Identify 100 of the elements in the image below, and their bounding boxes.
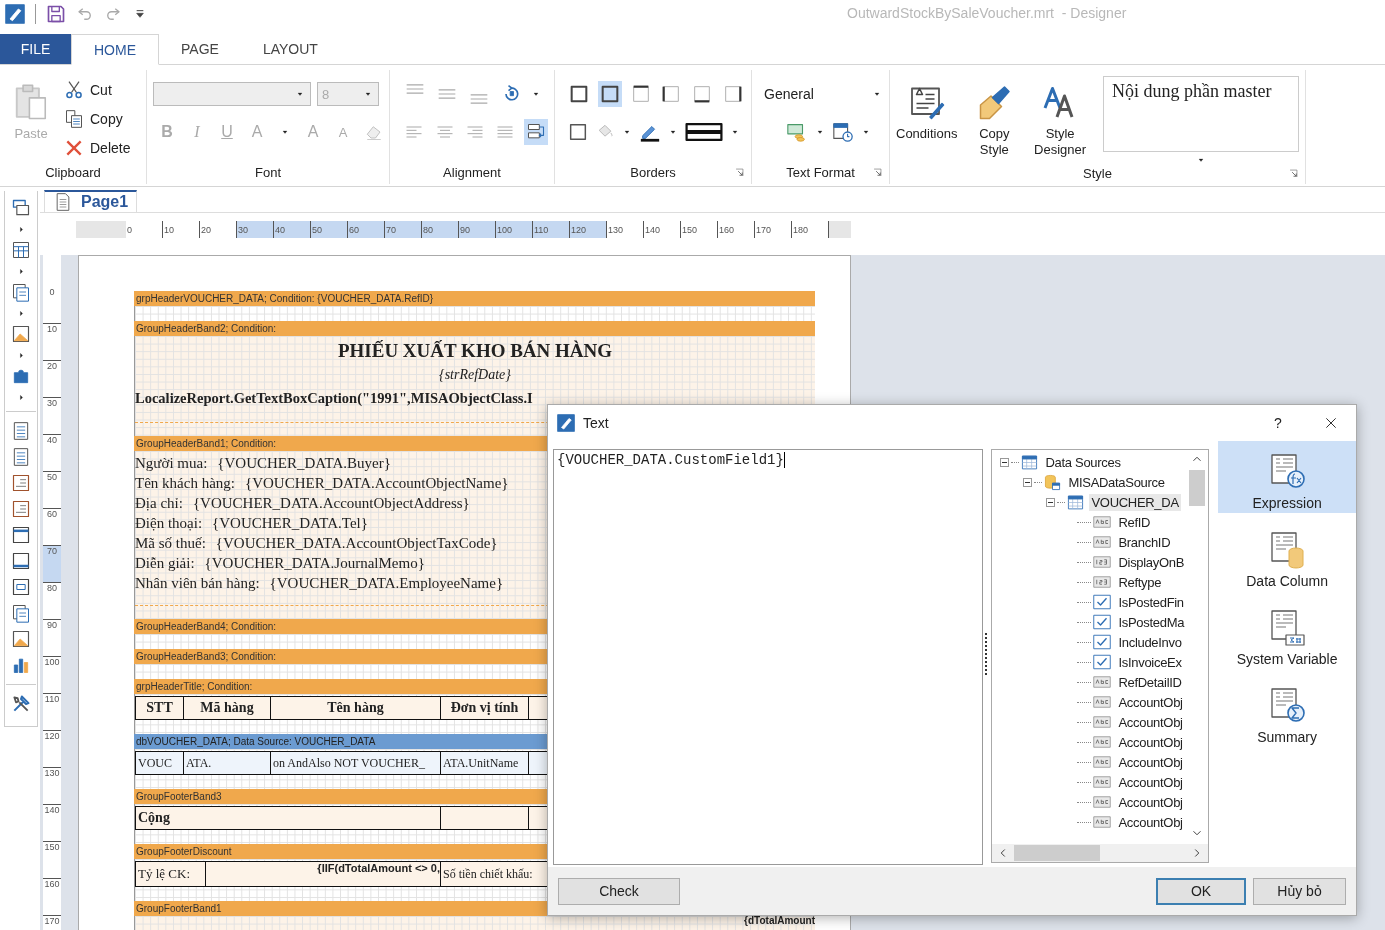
currency-icon (786, 121, 808, 143)
app-logo-icon (5, 4, 25, 24)
text-field-icon (1093, 753, 1112, 771)
style-gallery[interactable]: Nội dung phần master (1103, 76, 1299, 152)
band-caption[interactable]: GroupHeaderBand2; Condition: (134, 321, 815, 336)
tree-item[interactable]: Data Sources (1043, 453, 1123, 471)
expression-field[interactable]: {VOUCHER_DATA.CustomField1} (553, 449, 984, 865)
page-tab[interactable]: Page1 (44, 190, 138, 212)
tree-item[interactable]: AccountObj (1116, 773, 1185, 791)
collapse-toggle[interactable] (1023, 477, 1033, 487)
delete-button[interactable]: Delete (64, 136, 131, 160)
band-caption[interactable]: grpHeaderVOUCHER_DATA; Condition: {VOUCHER_DATA.RefID} (134, 291, 815, 306)
ruler-mark: 110 (533, 221, 570, 238)
field-expression: {VOUCHER_DATA.AccountObjectName} (244, 474, 509, 492)
ruler-mark: 130 (607, 221, 644, 238)
tree-item[interactable]: Reftype (1116, 573, 1164, 591)
collapse-toggle[interactable] (1000, 457, 1010, 467)
tree-item[interactable]: AccountObj (1116, 693, 1185, 711)
style-designer-button[interactable]: Style Designer (1031, 80, 1089, 162)
tree-item[interactable]: RefDetailID (1116, 673, 1184, 691)
group-label: Alignment (442, 165, 502, 182)
number-field-icon (1093, 553, 1112, 571)
header-band-icon (11, 525, 31, 545)
field-label: Diễn giải: (135, 554, 195, 572)
border-bottom-icon (691, 83, 713, 105)
field-expression: {VOUCHER_DATA.AccountObjectTaxCode} (215, 534, 498, 552)
field-expression: {VOUCHER_DATA.Tel} (212, 514, 368, 532)
format-dropdown[interactable]: General (758, 86, 883, 102)
database-icon (1044, 473, 1062, 491)
group-label: Borders (630, 165, 676, 180)
dialog-icon (557, 414, 575, 432)
tree-item[interactable]: AccountObj (1116, 713, 1185, 731)
tree-item[interactable]: IsInvoiceEx (1116, 653, 1184, 671)
border-none-icon (599, 83, 621, 105)
checkbox-icon (1093, 593, 1112, 611)
tree-item[interactable]: AccountObj (1116, 753, 1185, 771)
wrap-button[interactable] (523, 119, 549, 145)
undo-icon (76, 5, 94, 23)
group-label: Font (254, 165, 282, 182)
ruler-mark: 120 (570, 221, 607, 238)
collapse-toggle[interactable] (1046, 497, 1056, 507)
field-label: Điện thoại: (135, 514, 203, 532)
report-date: {strRefDate} (438, 366, 512, 384)
copy-button[interactable]: Copy (64, 107, 131, 131)
tree-item[interactable]: AccountObj (1116, 793, 1185, 811)
splitter-handle[interactable] (985, 633, 989, 675)
tree-item[interactable]: DisplayOnB (1116, 553, 1187, 571)
ruler-mark: 100 (496, 221, 533, 238)
ribbon-tab[interactable]: PAGE (159, 34, 241, 64)
conditions-button[interactable]: Conditions (896, 80, 958, 146)
horizontal-scrollbar[interactable] (992, 844, 1209, 862)
field-expression: {VOUCHER_DATA.AccountObjectAddress} (192, 494, 470, 512)
ruler-mark: 150 (43, 842, 61, 879)
variable-option[interactable]: System Variable (1218, 597, 1356, 669)
column-option[interactable]: Data Column (1218, 519, 1356, 591)
ruler-mark: 20 (200, 221, 237, 238)
column-icon (1268, 531, 1307, 569)
cancel-button[interactable]: Hủy bỏ (1253, 877, 1346, 905)
tree-item[interactable]: AccountObj (1116, 813, 1185, 831)
align-top-icon (405, 84, 425, 94)
text-box-icon (11, 282, 31, 302)
window-title: OutwardStockBySaleVoucher.mrt - Designer (847, 5, 1127, 21)
tree-item[interactable]: IncludeInvo (1116, 633, 1184, 651)
tree-item[interactable]: BranchID (1116, 533, 1173, 551)
ribbon-tab[interactable]: LAYOUT (240, 34, 340, 64)
tree-item[interactable]: IsPostedMa (1116, 613, 1187, 631)
ruler-mark: 50 (43, 472, 61, 509)
border-none-button[interactable] (597, 81, 623, 107)
scroll-thumb[interactable] (1189, 470, 1206, 506)
table-cell: Tỷ lệ CK: (136, 862, 206, 886)
number-field-icon (1093, 573, 1112, 591)
check-button[interactable]: Check (558, 877, 680, 905)
ruler-mark: 140 (644, 221, 681, 238)
table-cell: Tên hàng (271, 697, 441, 719)
dialog-launcher-icon (1288, 168, 1299, 179)
file-tab[interactable]: FILE (0, 34, 71, 64)
cut-button[interactable]: Cut (64, 78, 131, 102)
tree-item[interactable]: VOUCHER_DA (1089, 493, 1181, 511)
summary-option[interactable]: Summary (1218, 675, 1356, 747)
tree-item[interactable]: IsPostedFin (1116, 593, 1186, 611)
tree-item[interactable]: AccountObj (1116, 733, 1185, 751)
ok-button[interactable]: OK (1156, 877, 1246, 905)
copy-style-button[interactable]: Copy Style (965, 80, 1024, 162)
tree-item[interactable]: MISADataSource (1066, 473, 1167, 491)
ruler-mark: 30 (43, 398, 61, 435)
ruler-mark: 70 (385, 221, 422, 238)
field-label: Người mua: (135, 454, 208, 472)
scissors-icon (64, 80, 84, 100)
style-preview[interactable]: Nội dung phần master (1112, 81, 1272, 101)
field-label: Tên khách hàng: (135, 474, 235, 492)
scroll-thumb[interactable] (1014, 845, 1101, 861)
text-field-icon (1093, 813, 1112, 831)
eraser-icon (365, 123, 383, 141)
ruler-mark: 10 (43, 324, 61, 361)
help-button[interactable]: ? (1258, 415, 1298, 431)
ruler-mark: 40 (274, 221, 311, 238)
ribbon-tab[interactable]: HOME (71, 34, 159, 65)
tree-item[interactable]: RefID (1116, 513, 1153, 531)
footer-band-icon (11, 551, 31, 571)
expression-option[interactable]: Expression (1218, 441, 1356, 513)
